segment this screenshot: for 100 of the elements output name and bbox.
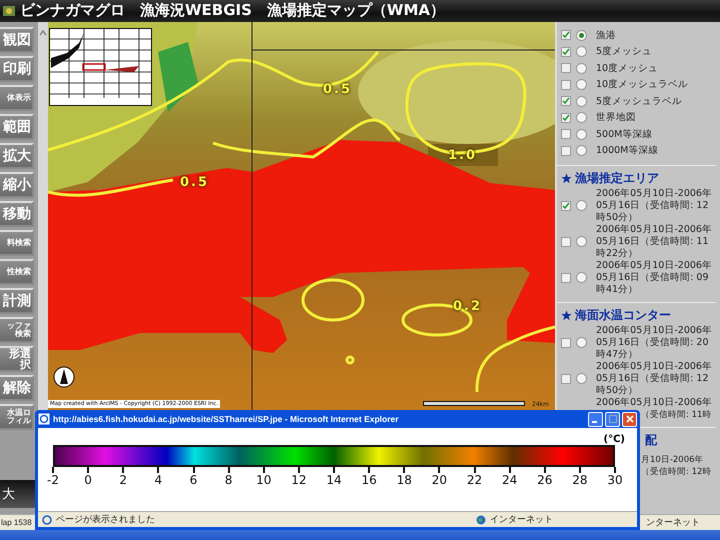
entry-radio[interactable] <box>576 272 587 284</box>
layer-checkbox[interactable] <box>561 30 571 40</box>
scale-tick-label: 20 <box>427 467 452 487</box>
scale-tick-label: 30 <box>603 467 627 487</box>
window-title: ビンナガマグロ 漁海況WEBGIS 漁場推定マップ（WMA） <box>20 1 446 20</box>
entry-label: （受信時間: 11時 <box>641 408 712 421</box>
tool-button[interactable]: 水温ロフィル <box>0 404 34 430</box>
status-zone: ンターネット <box>646 517 700 530</box>
maximize-icon <box>608 415 616 423</box>
scale-tick-label: 4 <box>146 467 170 487</box>
layer-name: 世界地図 <box>596 111 636 124</box>
star-icon <box>561 310 572 322</box>
scale-tick-label: -2 <box>41 467 65 487</box>
unit-label: (°C) <box>604 434 625 445</box>
section-title: 配 <box>645 432 657 450</box>
entry-checkbox[interactable] <box>561 236 571 247</box>
layer-checkbox[interactable] <box>561 63 571 74</box>
layer-radio[interactable] <box>576 128 587 140</box>
scale-tick-label: 0 <box>76 467 100 487</box>
entry-checkbox[interactable] <box>561 200 571 211</box>
layer-checkbox[interactable] <box>561 80 571 90</box>
section-title: 漁場推定エリア <box>575 170 659 188</box>
scale-tick-label: 10 <box>252 467 276 487</box>
layer-radio[interactable] <box>576 145 587 156</box>
scroll-up-icon[interactable] <box>39 30 47 36</box>
scale-tick-label: 6 <box>182 467 206 487</box>
minimize-button[interactable] <box>588 412 603 426</box>
tool-button[interactable]: 拡大 <box>0 142 34 169</box>
tool-button[interactable]: 移動 <box>0 200 34 227</box>
layer-radio[interactable] <box>576 96 587 107</box>
layer-checkbox[interactable] <box>561 146 571 156</box>
scale-tick-label: 18 <box>392 467 416 487</box>
entry-label: 2006年05月10日-2006年05月16日（受信時間: 11時22分） <box>596 224 713 260</box>
tool-button[interactable]: 形選択 <box>0 346 34 372</box>
tool-button[interactable]: 範囲 <box>0 114 34 140</box>
scale-tick-label: 28 <box>568 467 592 487</box>
scale-tick-label: 14 <box>322 467 346 487</box>
close-button[interactable] <box>622 412 637 426</box>
scale-tick-label: 26 <box>532 467 557 487</box>
status-zone: インターネット <box>490 514 553 526</box>
layer-checkbox[interactable] <box>561 46 571 57</box>
contour-label: 0.5 <box>180 174 210 190</box>
tool-button[interactable]: 印刷 <box>0 56 34 82</box>
browser-icon <box>38 413 50 425</box>
entry-checkbox[interactable] <box>561 272 571 283</box>
contour-label: 0.5 <box>323 82 352 97</box>
tool-button[interactable]: 体表示 <box>0 84 34 111</box>
scale-tick-label: 8 <box>216 467 241 487</box>
tool-button[interactable]: 計測 <box>0 288 34 314</box>
layer-name: 漁港 <box>596 28 616 42</box>
tool-button[interactable]: 性検索 <box>0 258 34 285</box>
close-icon <box>626 415 634 423</box>
layer-name: 5度メッシュ <box>596 45 652 58</box>
tool-footer: 大 <box>0 480 38 508</box>
entry-label: 月10日-2006年 <box>641 454 704 466</box>
entry-label: 2006年05月10日-2006年 <box>596 396 712 409</box>
entry-label: 2006年05月10日-2006年05月16日（受信時間: 12時50分） <box>596 188 713 224</box>
layer-checkbox[interactable] <box>561 129 571 140</box>
status-text: lap 1538 <box>1 518 32 528</box>
layer-radio[interactable] <box>576 62 587 74</box>
scale-tick-label: 24 <box>498 467 522 487</box>
layer-name: 10度メッシュ <box>596 62 658 75</box>
layer-radio[interactable] <box>576 30 587 41</box>
entry-radio[interactable] <box>576 337 587 348</box>
entry-checkbox[interactable] <box>561 338 571 348</box>
status-text: ページが表示されました <box>56 514 155 526</box>
entry-radio[interactable] <box>576 236 587 248</box>
layer-name: 500M等深線 <box>596 128 652 141</box>
layer-radio[interactable] <box>576 79 587 90</box>
globe-icon <box>476 514 486 524</box>
tool-button[interactable]: 縮小 <box>0 172 34 198</box>
layer-name: 1000M等深線 <box>596 144 658 158</box>
scale-tick-label: 22 <box>462 467 486 487</box>
entry-radio[interactable] <box>576 200 587 212</box>
scale-tick-label: 16 <box>357 467 382 487</box>
popup-title: http://abies6.fish.hokudai.ac.jp/website/SSThanrei/SP.jpe - Microsoft Internet Explorer <box>53 414 399 424</box>
tool-button[interactable]: 料検索 <box>0 230 34 256</box>
layer-name: 10度メッシュラベル <box>596 78 688 92</box>
maximize-button[interactable] <box>605 412 620 426</box>
layer-name: 5度メッシュラベル <box>596 94 682 108</box>
scale-tick-label: 2 <box>111 467 136 487</box>
layer-checkbox[interactable] <box>561 112 571 123</box>
entry-label: 2006年05月10日-2006年05月16日（受信時間: 12時50分） <box>596 360 713 397</box>
layer-checkbox[interactable] <box>561 96 571 106</box>
tool-button[interactable]: ッファ検索 <box>0 316 34 343</box>
star-icon <box>561 173 572 184</box>
entry-radio[interactable] <box>576 373 587 384</box>
layer-radio[interactable] <box>576 112 587 124</box>
entry-label: 2006年05月10日-2006年05月16日（受信時間: 09時41分） <box>596 260 713 296</box>
page-icon <box>42 514 52 524</box>
layer-radio[interactable] <box>576 46 587 58</box>
app-icon <box>2 4 16 18</box>
section-title: 海面水温コンター <box>575 307 671 324</box>
tool-button[interactable]: 観図 <box>0 26 34 53</box>
tool-button[interactable]: 解除 <box>0 374 34 401</box>
entry-checkbox[interactable] <box>561 374 571 384</box>
entry-label: 2006年05月10日-2006年05月16日（受信時間: 20時47分） <box>596 324 713 361</box>
scale-tick-label: 12 <box>286 467 311 487</box>
entry-label: （受信時間: 12時 <box>641 466 712 478</box>
contour-label: 0.2 <box>453 298 482 314</box>
